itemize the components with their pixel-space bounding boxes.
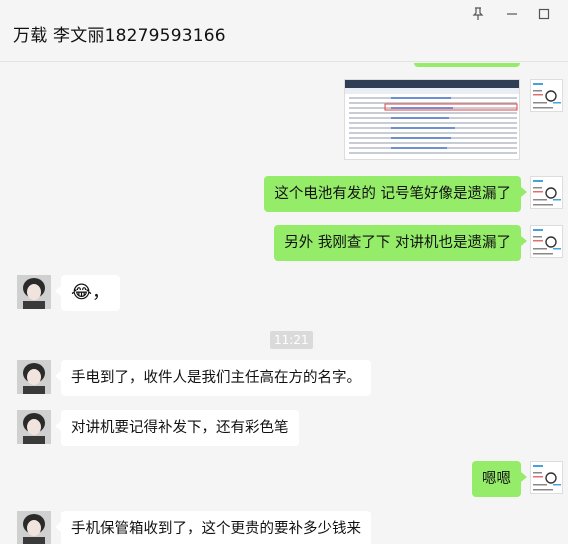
timestamp-label: 11:21	[270, 331, 313, 349]
contact-avatar[interactable]	[17, 410, 51, 444]
contact-message-bubble[interactable]: 手电到了，收件人是我们主任高在方的名字。	[55, 360, 371, 396]
contact-avatar[interactable]	[17, 360, 51, 394]
screenshot-image-message[interactable]	[344, 79, 520, 160]
my-avatar[interactable]	[530, 176, 563, 209]
contact-message-bubble[interactable]: 手机保管箱收到了，这个更贵的要补多少钱来	[55, 511, 371, 544]
previous-message-bubble	[414, 63, 520, 67]
contact-avatar[interactable]	[17, 511, 51, 544]
my-avatar[interactable]	[530, 461, 563, 494]
maximize-icon[interactable]	[534, 5, 554, 23]
my-avatar[interactable]	[530, 79, 563, 112]
contact-message-bubble[interactable]: 😂，	[54, 275, 121, 311]
title-bar: 万载 李文丽18279593166	[0, 0, 568, 62]
my-message-bubble[interactable]: 嗯嗯	[472, 461, 527, 497]
contact-message-bubble[interactable]: 对讲机要记得补发下，还有彩色笔	[55, 410, 299, 446]
my-message-bubble[interactable]: 另外 我刚查了下 对讲机也是遗漏了	[274, 225, 527, 261]
pin-icon[interactable]	[468, 5, 488, 23]
contact-avatar[interactable]	[17, 275, 51, 309]
minimize-icon[interactable]	[502, 5, 522, 23]
chat-area[interactable]: 这个电池有发的 记号笔好像是遗漏了 另外 我刚查了下 对讲机也是遗漏了 😂， 1…	[0, 63, 568, 544]
my-avatar[interactable]	[530, 225, 563, 258]
my-message-bubble[interactable]: 这个电池有发的 记号笔好像是遗漏了	[264, 176, 527, 212]
chat-title: 万载 李文丽18279593166	[13, 26, 226, 46]
